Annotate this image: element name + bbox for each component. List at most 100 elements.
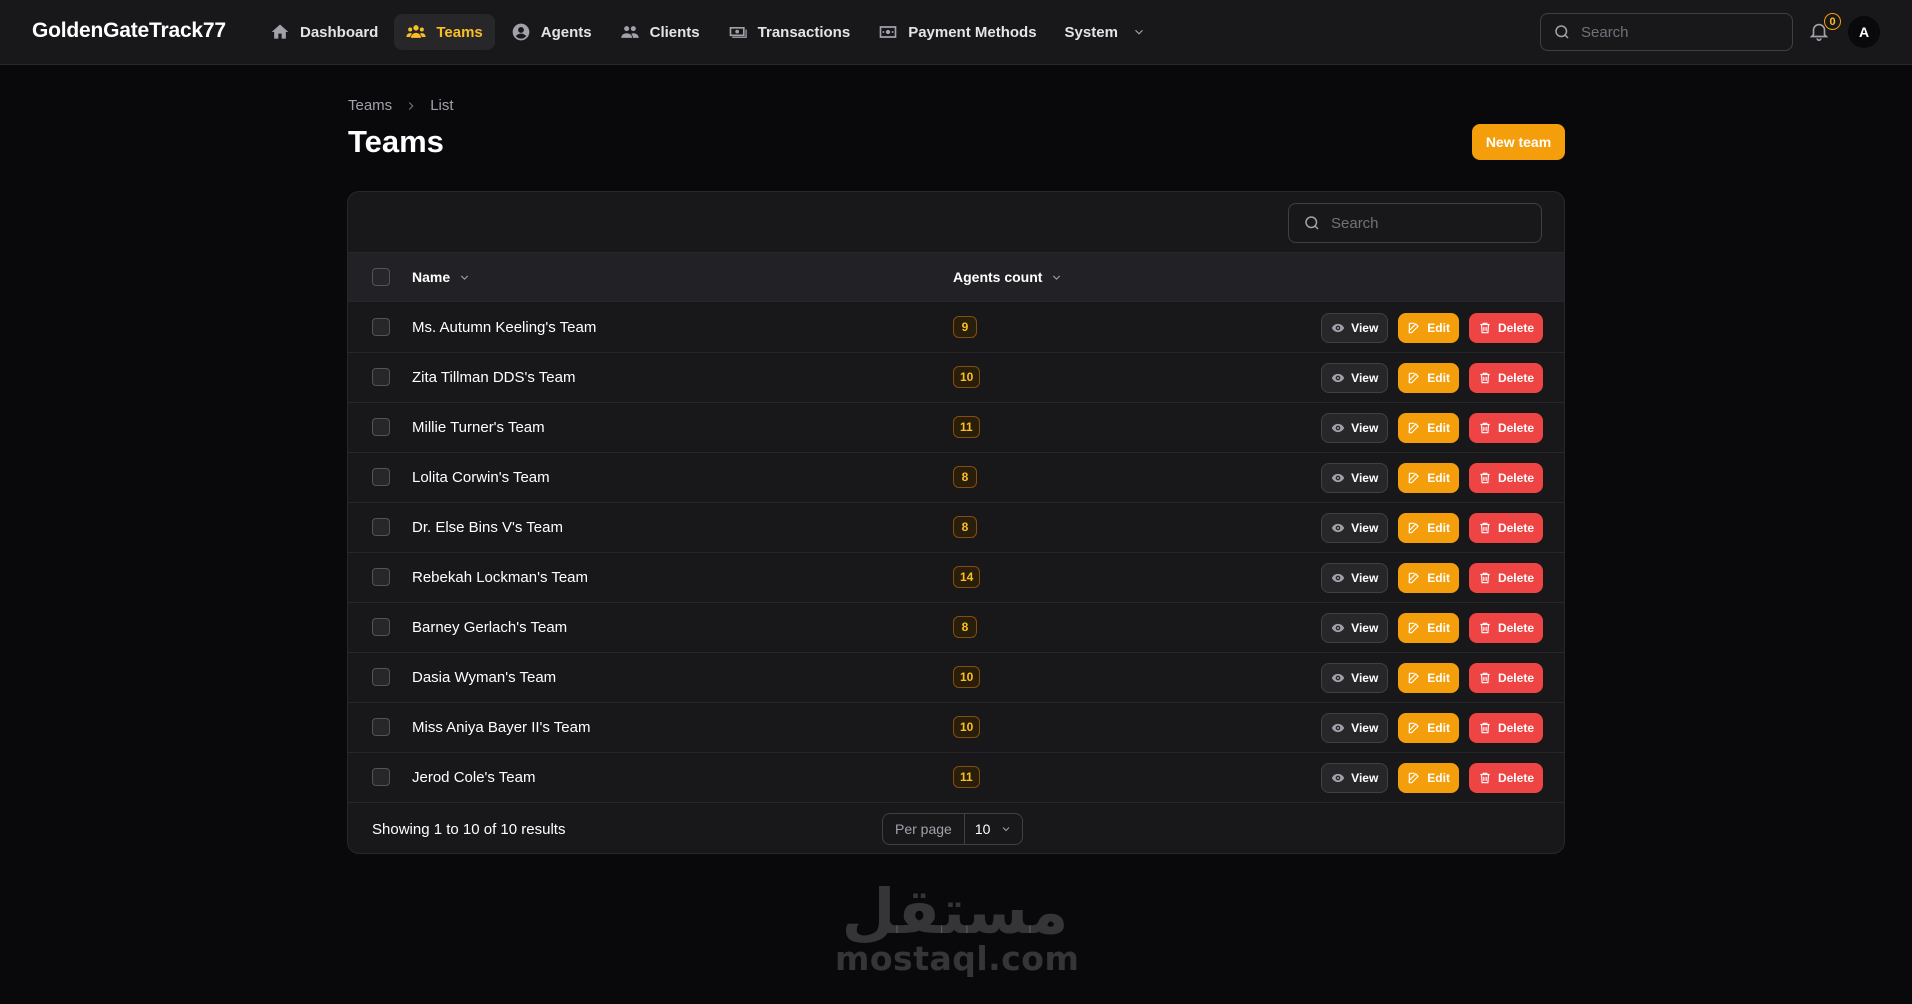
global-search[interactable] bbox=[1540, 13, 1793, 51]
delete-button[interactable]: Delete bbox=[1468, 563, 1543, 593]
table-row[interactable]: Rebekah Lockman's Team 14 View Edit Delete bbox=[348, 553, 1564, 603]
users-group-icon bbox=[406, 22, 426, 42]
breadcrumb-teams[interactable]: Teams bbox=[348, 97, 392, 114]
edit-button[interactable]: Edit bbox=[1398, 563, 1459, 593]
edit-label: Edit bbox=[1427, 771, 1450, 785]
row-checkbox[interactable] bbox=[372, 668, 390, 686]
row-actions: View Edit Delete bbox=[1321, 313, 1543, 343]
agents-count-badge: 8 bbox=[953, 466, 977, 488]
edit-button[interactable]: Edit bbox=[1398, 613, 1459, 643]
new-team-button[interactable]: New team bbox=[1472, 124, 1565, 160]
pencil-square-icon bbox=[1407, 621, 1421, 635]
column-header-agents-count[interactable]: Agents count bbox=[953, 269, 1063, 285]
table-row[interactable]: Millie Turner's Team 11 View Edit Delete bbox=[348, 403, 1564, 453]
team-name[interactable]: Rebekah Lockman's Team bbox=[412, 569, 588, 586]
view-button[interactable]: View bbox=[1321, 313, 1389, 343]
team-name[interactable]: Zita Tillman DDS's Team bbox=[412, 369, 575, 386]
row-checkbox[interactable] bbox=[372, 768, 390, 786]
nav-item-clients[interactable]: Clients bbox=[608, 14, 712, 50]
team-name[interactable]: Lolita Corwin's Team bbox=[412, 469, 550, 486]
row-actions: View Edit Delete bbox=[1321, 713, 1543, 743]
brand-logo[interactable]: GoldenGateTrack77 bbox=[32, 19, 226, 43]
nav-item-dashboard[interactable]: Dashboard bbox=[258, 14, 390, 50]
table-search[interactable] bbox=[1288, 203, 1542, 243]
per-page-select[interactable]: 10 bbox=[965, 821, 1023, 837]
nav-item-system[interactable]: System bbox=[1053, 14, 1158, 50]
view-button[interactable]: View bbox=[1321, 763, 1389, 793]
view-button[interactable]: View bbox=[1321, 613, 1389, 643]
edit-button[interactable]: Edit bbox=[1398, 313, 1459, 343]
search-icon bbox=[1303, 214, 1321, 232]
edit-button[interactable]: Edit bbox=[1398, 713, 1459, 743]
nav-item-agents[interactable]: Agents bbox=[499, 14, 604, 50]
edit-button[interactable]: Edit bbox=[1398, 463, 1459, 493]
banknotes-icon bbox=[728, 22, 748, 42]
table-row[interactable]: Lolita Corwin's Team 8 View Edit Delete bbox=[348, 453, 1564, 503]
agents-count-badge: 11 bbox=[953, 416, 980, 438]
row-checkbox[interactable] bbox=[372, 718, 390, 736]
edit-button[interactable]: Edit bbox=[1398, 363, 1459, 393]
nav-item-payment-methods[interactable]: Payment Methods bbox=[866, 14, 1048, 50]
edit-button[interactable]: Edit bbox=[1398, 663, 1459, 693]
table-row[interactable]: Ms. Autumn Keeling's Team 9 View Edit Delete bbox=[348, 303, 1564, 353]
column-header-name[interactable]: Name bbox=[412, 269, 471, 285]
row-checkbox[interactable] bbox=[372, 318, 390, 336]
view-button[interactable]: View bbox=[1321, 513, 1389, 543]
table-row[interactable]: Barney Gerlach's Team 8 View Edit Delete bbox=[348, 603, 1564, 653]
edit-button[interactable]: Edit bbox=[1398, 513, 1459, 543]
row-checkbox[interactable] bbox=[372, 568, 390, 586]
user-avatar[interactable]: A bbox=[1848, 16, 1880, 48]
view-button[interactable]: View bbox=[1321, 663, 1389, 693]
table-search-input[interactable] bbox=[1331, 214, 1531, 232]
team-name[interactable]: Miss Aniya Bayer II's Team bbox=[412, 719, 590, 736]
nav-item-teams[interactable]: Teams bbox=[394, 14, 495, 50]
view-label: View bbox=[1351, 621, 1379, 635]
nav-item-transactions[interactable]: Transactions bbox=[716, 14, 863, 50]
view-button[interactable]: View bbox=[1321, 363, 1389, 393]
team-name[interactable]: Barney Gerlach's Team bbox=[412, 619, 567, 636]
delete-button[interactable]: Delete bbox=[1468, 313, 1543, 343]
global-search-input[interactable] bbox=[1581, 23, 1771, 41]
delete-button[interactable]: Delete bbox=[1468, 763, 1543, 793]
view-button[interactable]: View bbox=[1321, 463, 1389, 493]
view-label: View bbox=[1351, 371, 1379, 385]
edit-label: Edit bbox=[1427, 421, 1450, 435]
delete-button[interactable]: Delete bbox=[1468, 413, 1543, 443]
view-button[interactable]: View bbox=[1321, 563, 1389, 593]
delete-button[interactable]: Delete bbox=[1468, 463, 1543, 493]
view-button[interactable]: View bbox=[1321, 413, 1389, 443]
team-name[interactable]: Dr. Else Bins V's Team bbox=[412, 519, 563, 536]
pencil-square-icon bbox=[1407, 521, 1421, 535]
row-checkbox[interactable] bbox=[372, 368, 390, 386]
nav-item-label: Teams bbox=[436, 23, 483, 41]
row-checkbox[interactable] bbox=[372, 418, 390, 436]
team-name[interactable]: Jerod Cole's Team bbox=[412, 769, 535, 786]
pencil-square-icon bbox=[1407, 671, 1421, 685]
eye-icon bbox=[1331, 671, 1345, 685]
team-name[interactable]: Dasia Wyman's Team bbox=[412, 669, 556, 686]
user-circle-icon bbox=[511, 22, 531, 42]
edit-button[interactable]: Edit bbox=[1398, 763, 1459, 793]
row-checkbox[interactable] bbox=[372, 518, 390, 536]
row-checkbox[interactable] bbox=[372, 618, 390, 636]
table-row[interactable]: Zita Tillman DDS's Team 10 View Edit Delete bbox=[348, 353, 1564, 403]
delete-button[interactable]: Delete bbox=[1468, 613, 1543, 643]
eye-icon bbox=[1331, 371, 1345, 385]
team-name[interactable]: Ms. Autumn Keeling's Team bbox=[412, 319, 596, 336]
table-row[interactable]: Dasia Wyman's Team 10 View Edit Delete bbox=[348, 653, 1564, 703]
delete-button[interactable]: Delete bbox=[1468, 663, 1543, 693]
pencil-square-icon bbox=[1407, 721, 1421, 735]
view-button[interactable]: View bbox=[1321, 713, 1389, 743]
delete-button[interactable]: Delete bbox=[1468, 363, 1543, 393]
view-label: View bbox=[1351, 521, 1379, 535]
team-name[interactable]: Millie Turner's Team bbox=[412, 419, 545, 436]
edit-button[interactable]: Edit bbox=[1398, 413, 1459, 443]
table-row[interactable]: Miss Aniya Bayer II's Team 10 View Edit Dele… bbox=[348, 703, 1564, 753]
table-row[interactable]: Jerod Cole's Team 11 View Edit Delete bbox=[348, 753, 1564, 803]
delete-button[interactable]: Delete bbox=[1468, 513, 1543, 543]
select-all-checkbox[interactable] bbox=[372, 268, 390, 286]
delete-button[interactable]: Delete bbox=[1468, 713, 1543, 743]
chevron-right-icon bbox=[404, 99, 418, 113]
table-row[interactable]: Dr. Else Bins V's Team 8 View Edit Delete bbox=[348, 503, 1564, 553]
row-checkbox[interactable] bbox=[372, 468, 390, 486]
